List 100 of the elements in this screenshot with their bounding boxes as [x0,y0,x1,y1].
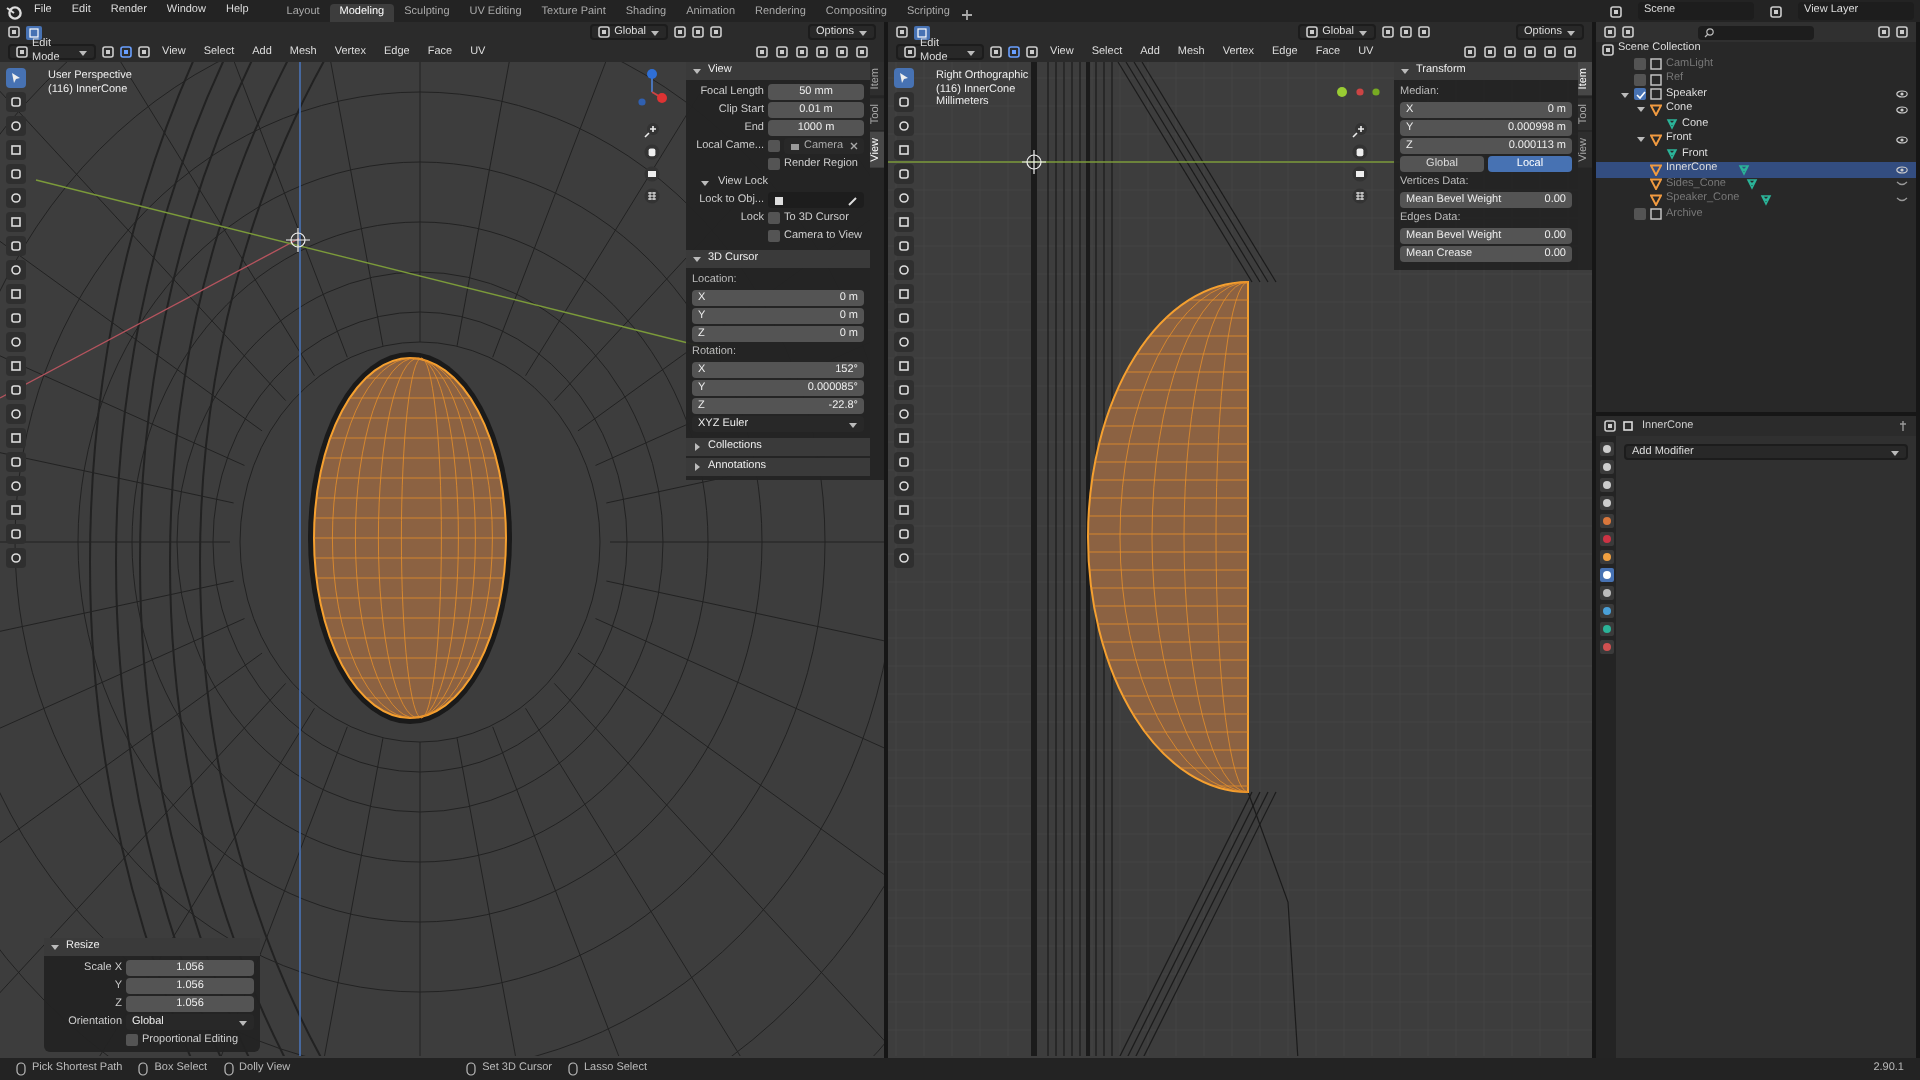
grid-icon[interactable] [644,188,660,204]
zoom-icon[interactable] [644,122,660,138]
caret-icon [50,942,60,952]
properties-tab[interactable] [1599,460,1613,474]
properties-tab[interactable] [1599,496,1613,510]
tool-icon[interactable] [894,404,914,424]
tool-icon[interactable] [6,212,26,232]
caret-icon [1400,66,1410,76]
eye-icon[interactable] [1896,165,1908,174]
tool-icon[interactable] [894,428,914,448]
tool-icon[interactable] [894,380,914,400]
pin-icon[interactable] [1898,420,1908,432]
tool-icon[interactable] [894,500,914,520]
object-field[interactable] [768,192,864,208]
properties-tab[interactable] [1599,586,1613,600]
select-box-icon[interactable] [26,25,42,39]
tool-icon[interactable] [6,404,26,424]
tool-icon[interactable] [894,308,914,328]
tool-icon[interactable] [6,476,26,496]
tool-icon[interactable] [894,548,914,568]
search-field[interactable] [1698,25,1814,39]
caret-icon [692,66,702,76]
tool-icon[interactable] [6,500,26,520]
tool-icon[interactable] [894,164,914,184]
logo-icon[interactable] [6,3,22,19]
clear-icon[interactable] [850,142,858,150]
tool-icon[interactable] [894,116,914,136]
caret-icon [692,254,702,264]
checkbox[interactable] [1634,58,1646,71]
eye-closed-icon[interactable] [1896,180,1908,189]
search-icon [1704,27,1714,37]
tool-icon[interactable] [6,428,26,448]
tool-icon[interactable] [894,212,914,232]
tool-icon[interactable] [894,284,914,304]
tool-icon[interactable] [6,92,26,112]
tool-icon[interactable] [894,236,914,256]
tool-icon[interactable] [6,68,26,88]
camera-icon[interactable] [644,166,660,182]
caret-icon [1358,27,1369,37]
tool-icon[interactable] [6,140,26,160]
tool-icon[interactable] [6,164,26,184]
caret-icon [650,27,661,37]
checkbox[interactable] [1634,208,1646,221]
hand-icon[interactable] [644,144,660,160]
properties-tab[interactable] [1599,622,1613,636]
tool-icon[interactable] [6,284,26,304]
tool-icon[interactable] [894,92,914,112]
tool-icon[interactable] [6,116,26,136]
zoom-icon[interactable] [1352,122,1368,138]
tool-icon[interactable] [6,356,26,376]
tool-icon[interactable] [894,524,914,544]
tool-icon[interactable] [6,380,26,400]
tool-icon[interactable] [894,260,914,280]
mouse-icon [138,1062,149,1076]
tool-icon[interactable] [6,260,26,280]
tool-icon[interactable] [6,548,26,568]
checkbox[interactable] [768,158,780,170]
camera-icon[interactable] [1352,166,1368,182]
eyedropper-icon[interactable] [848,195,858,205]
caret-icon [238,1017,248,1027]
tool-icon[interactable] [894,332,914,352]
properties-tab[interactable] [1599,550,1613,564]
checkbox[interactable] [126,1034,138,1046]
eye-icon[interactable] [1896,90,1908,99]
mouse-icon [567,1062,578,1076]
select-box-icon[interactable] [914,25,930,39]
collection-icon[interactable] [1602,43,1614,56]
tool-icon[interactable] [894,140,914,160]
eye-closed-icon[interactable] [1896,195,1908,204]
checkbox[interactable] [1634,88,1646,101]
grid-icon[interactable] [1352,188,1368,204]
tool-icon[interactable] [6,332,26,352]
checkbox[interactable] [768,230,780,242]
properties-tab[interactable] [1599,568,1613,582]
tool-icon[interactable] [894,188,914,208]
tool-icon[interactable] [894,452,914,472]
check-icon [1635,89,1645,100]
tool-icon[interactable] [894,68,914,88]
eye-icon[interactable] [1896,105,1908,114]
checkbox[interactable] [1634,73,1646,86]
tool-icon[interactable] [6,524,26,544]
checkbox[interactable] [768,140,780,152]
caret-icon [858,27,868,37]
object-data-icon [1622,420,1634,432]
tool-icon[interactable] [6,236,26,256]
properties-tab[interactable] [1599,442,1613,456]
caret-icon [1566,27,1576,37]
tool-icon[interactable] [894,356,914,376]
checkbox[interactable] [768,212,780,224]
collection-icon [1650,208,1662,221]
tool-icon[interactable] [894,476,914,496]
tool-icon[interactable] [6,308,26,328]
properties-tab[interactable] [1599,478,1613,492]
eye-icon[interactable] [1896,135,1908,144]
caret-icon [966,47,976,57]
tool-icon[interactable] [6,188,26,208]
hand-icon[interactable] [1352,144,1368,160]
add-icon[interactable] [959,8,974,22]
cone-icon [1650,133,1662,146]
tool-icon[interactable] [6,452,26,472]
